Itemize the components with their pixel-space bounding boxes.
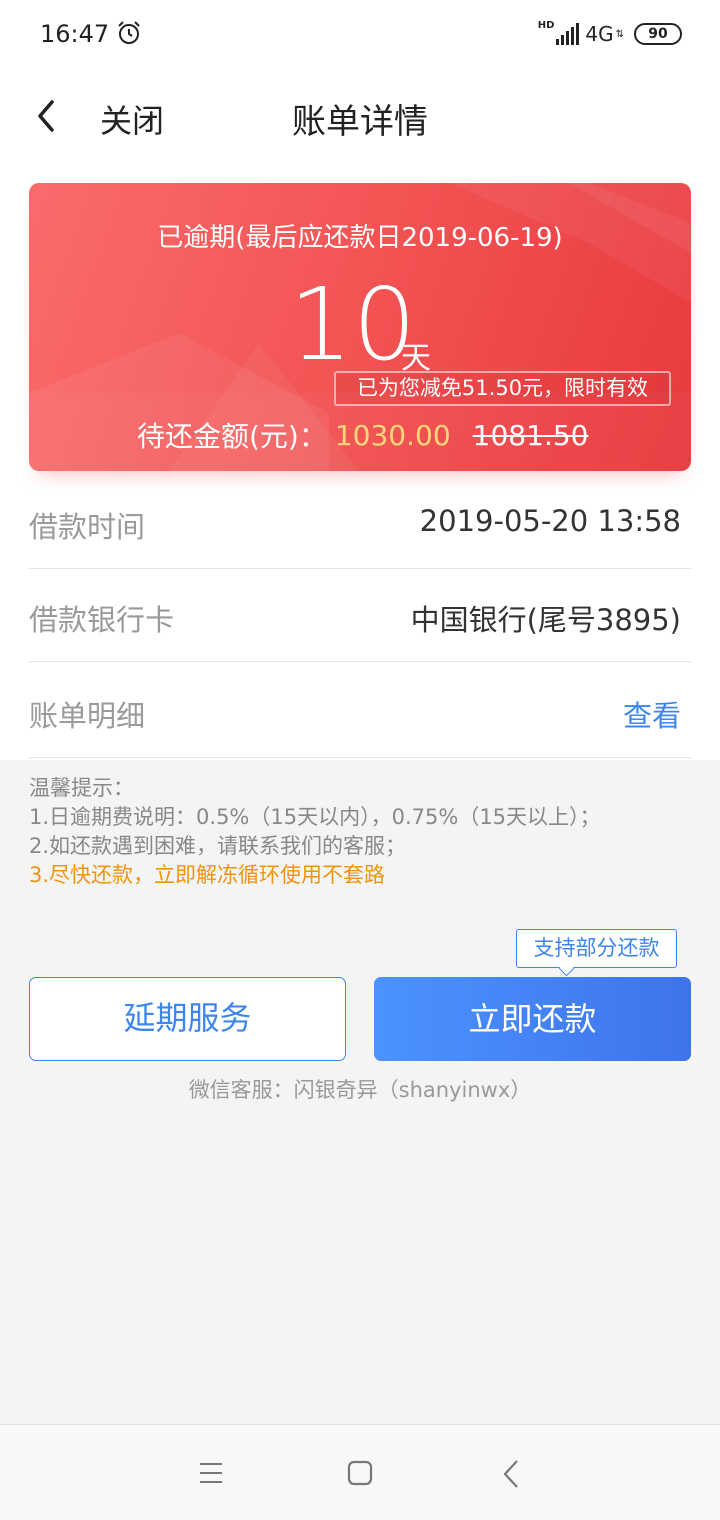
loan-time-value: 2019-05-20 13:58 <box>419 504 681 538</box>
system-nav-bar <box>0 1424 720 1520</box>
network-label: 4G <box>585 22 614 46</box>
discount-badge: 已为您减免51.50元，限时有效 <box>334 371 671 406</box>
row-label: 借款时间 <box>29 510 146 544</box>
row-label: 借款银行卡 <box>29 603 175 637</box>
loan-time-row: 借款时间 2019-05-20 13:58 <box>29 474 691 569</box>
extend-service-button[interactable]: 延期服务 <box>29 977 346 1061</box>
alarm-icon <box>118 21 140 44</box>
tips: 温馨提示： 1.日逾期费说明：0.5%（15天以内），0.75%（15天以上）；… <box>29 774 691 890</box>
back-icon[interactable] <box>502 1459 520 1489</box>
bill-detail-row[interactable]: 账单明细 查看 <box>29 663 691 758</box>
wechat-service: 微信客服：闪银奇异（shanyinwx） <box>188 1078 532 1102</box>
data-arrows-icon: ⇅ <box>615 28 624 40</box>
tips-title: 温馨提示： <box>29 776 134 800</box>
hd-label: HD <box>537 20 555 31</box>
status-right: HD 4G ⇅ 90 <box>538 20 682 48</box>
overdue-days: 10 <box>289 266 417 383</box>
partial-repay-badge: 支持部分还款 <box>516 929 677 968</box>
view-link[interactable]: 查看 <box>623 693 681 735</box>
status-time: 16:47 <box>40 20 110 48</box>
header: 关闭 账单详情 <box>0 70 720 162</box>
overdue-card: 已逾期(最后应还款日2019-06-19) 10 天 已为您减免51.50元，限… <box>29 183 691 471</box>
menu-icon[interactable] <box>199 1462 223 1484</box>
amount-label: 待还金额(元)： <box>137 420 327 453</box>
tip-line: 1.日逾期费说明：0.5%（15天以内），0.75%（15天以上）； <box>29 805 601 829</box>
tip-line-highlight: 3.尽快还款，立即解冻循环使用不套路 <box>29 863 386 887</box>
overdue-status: 已逾期(最后应还款日2019-06-19) <box>157 223 563 253</box>
repay-now-button[interactable]: 立即还款 <box>374 977 691 1061</box>
original-amount: 1081.50 <box>472 418 589 452</box>
signal-icon <box>556 23 580 45</box>
amount-row: 待还金额(元)： 1030.00 1081.50 <box>137 415 588 455</box>
row-label: 账单明细 <box>29 699 146 733</box>
amount-due: 1030.00 <box>334 418 451 452</box>
bank-card-row: 借款银行卡 中国银行(尾号3895) <box>29 567 691 662</box>
home-icon[interactable] <box>347 1460 373 1486</box>
battery-icon: 90 <box>634 23 682 45</box>
status-bar: 16:47 HD 4G ⇅ 90 <box>0 0 720 70</box>
page-title: 账单详情 <box>292 102 428 142</box>
bank-card-value: 中国银行(尾号3895) <box>410 603 681 637</box>
tip-line: 2.如还款遇到困难，请联系我们的客服； <box>29 834 407 858</box>
